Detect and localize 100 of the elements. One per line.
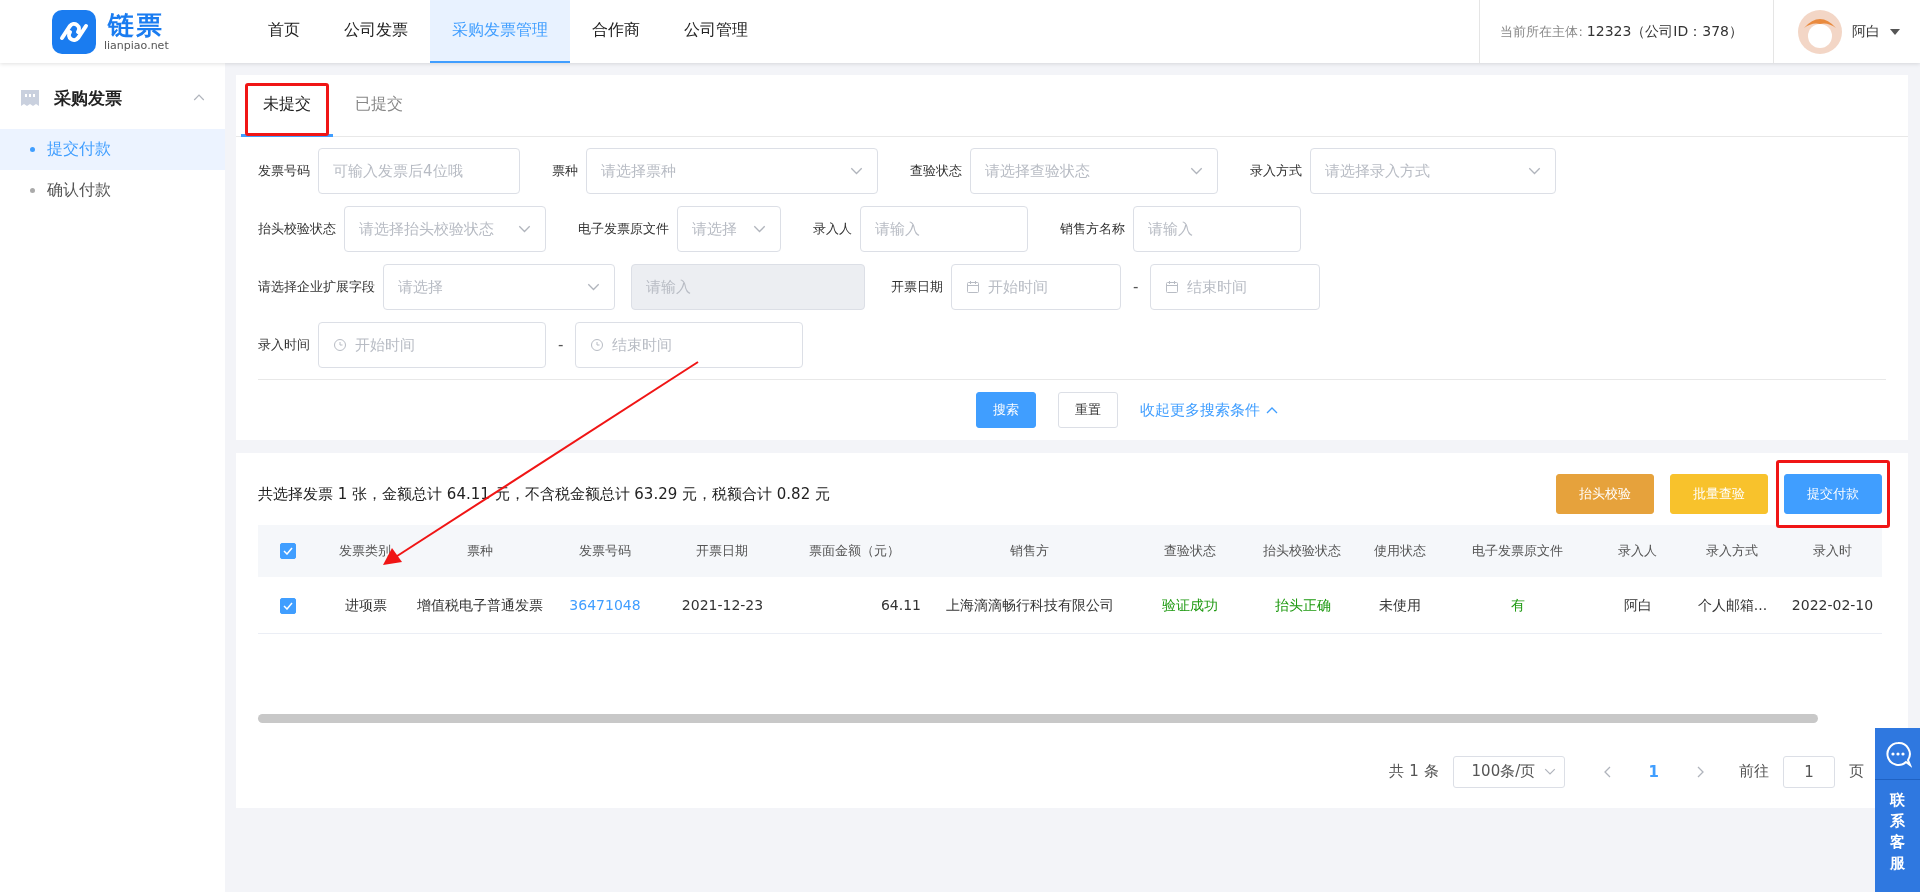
next-page-icon[interactable] [1697, 765, 1705, 778]
table-cell: 未使用 [1379, 596, 1421, 613]
check-icon [283, 602, 293, 611]
invoice-link[interactable]: 36471048 [569, 597, 641, 614]
column-header: 抬头校验状态 [1247, 525, 1357, 577]
table-cell: 64.11 [880, 597, 921, 614]
table-cell: 进项票 [344, 596, 387, 613]
filter-label: 票种 [552, 162, 578, 180]
date-field[interactable]: 结束时间 [1150, 264, 1321, 310]
logo-name: 链票 [108, 11, 165, 39]
caret-icon [1528, 167, 1541, 175]
select-field[interactable]: 请选择 [383, 264, 615, 310]
column-header: 录入人 [1592, 525, 1682, 577]
table-cell: 抬头正确 [1274, 596, 1331, 613]
entity-label: 当前所在主体: [1500, 22, 1583, 41]
check-icon [283, 547, 293, 555]
sidebar-group[interactable]: 采购发票 [0, 77, 225, 119]
collapse-link[interactable]: 收起更多搜索条件 [1140, 400, 1278, 420]
filter-label: 录入方式 [1250, 162, 1302, 180]
select-field[interactable]: 请选择抬头校验状态 [344, 206, 546, 252]
caret-icon [193, 94, 205, 102]
calendar-icon [966, 280, 980, 294]
filter-label: 开票日期 [891, 278, 943, 296]
table-cell: 有 [1510, 596, 1525, 613]
caret-icon[interactable] [1890, 28, 1900, 35]
nav-item[interactable]: 公司发票 [322, 0, 430, 63]
filter-label: 销售方名称 [1060, 220, 1125, 238]
filter-label: 电子发票原文件 [578, 220, 669, 238]
search-button[interactable]: 搜索 [976, 392, 1036, 428]
page-size-select[interactable]: 100条/页 [1452, 755, 1565, 788]
receipt-icon [20, 89, 40, 107]
select-field[interactable]: 请选择票种 [586, 148, 878, 194]
column-header: 查验状态 [1132, 525, 1247, 577]
filter-label: 抬头校验状态 [258, 220, 336, 238]
column-header: 录入时 [1782, 525, 1882, 577]
caret-icon [850, 167, 863, 175]
column-header: 票面金额（元） [782, 525, 927, 577]
input-field[interactable]: 请输入 [1133, 206, 1301, 252]
clock-icon [590, 338, 605, 352]
calendar-icon [1165, 280, 1180, 294]
goto-input[interactable]: 1 [1783, 755, 1835, 788]
input-field[interactable]: 请输入 [860, 206, 1028, 252]
chevron-up-icon [1266, 406, 1278, 414]
filter-label: 查验状态 [910, 162, 962, 180]
column-header: 发票号码 [547, 525, 662, 577]
entity-value: 12323（公司ID：378） [1586, 22, 1743, 41]
range-separator: - [558, 336, 564, 354]
reset-button[interactable]: 重置 [1058, 392, 1118, 428]
prev-page-icon[interactable] [1602, 765, 1611, 778]
caret-icon [518, 225, 531, 233]
table-cell: 个人邮箱... [1697, 596, 1768, 613]
action-button[interactable]: 抬头校验 [1556, 474, 1654, 514]
chat-icon [1883, 739, 1912, 768]
table-cell: 上海滴滴畅行科技有限公司 [946, 596, 1114, 613]
select-field[interactable]: 请选择录入方式 [1310, 148, 1556, 194]
nav-item[interactable]: 采购发票管理 [430, 0, 570, 63]
page-number[interactable]: 1 [1648, 762, 1659, 781]
contact-service-panel[interactable]: 联系客服 [1875, 728, 1920, 892]
select-field[interactable]: 请选择 [677, 206, 781, 252]
tab[interactable]: 未提交 [241, 75, 333, 137]
caret-icon [1543, 767, 1556, 776]
date-field[interactable]: 结束时间 [575, 322, 804, 368]
nav-item[interactable]: 公司管理 [662, 0, 770, 63]
tab[interactable]: 已提交 [333, 75, 425, 137]
select-field[interactable]: 请选择查验状态 [970, 148, 1218, 194]
range-separator: - [1133, 278, 1139, 296]
filter-label: 录入时间 [258, 336, 310, 354]
column-header: 票种 [412, 525, 547, 577]
total-count: 共 1 条 [1389, 762, 1439, 781]
date-field[interactable]: 开始时间 [318, 322, 546, 368]
row-checkbox[interactable] [280, 598, 296, 615]
goto-label: 前往 [1739, 762, 1769, 781]
caret-icon [753, 225, 766, 233]
filter-label: 录入人 [813, 220, 852, 238]
table-cell: 阿白 [1623, 596, 1652, 613]
logo-icon [50, 7, 98, 56]
action-button[interactable]: 批量查验 [1670, 474, 1768, 514]
table-cell: 2022-02-10 [1791, 597, 1874, 614]
logo-domain: lianpiao.net [104, 39, 169, 52]
date-field[interactable]: 开始时间 [951, 264, 1121, 310]
table-cell: 验证成功 [1162, 596, 1218, 613]
column-header: 销售方 [927, 525, 1132, 577]
page-suffix: 页 [1849, 762, 1864, 781]
avatar-icon[interactable] [1798, 9, 1842, 54]
sidebar-item[interactable]: 提交付款 [0, 129, 225, 170]
user-name[interactable]: 阿白 [1852, 22, 1880, 41]
input-field[interactable]: 可输入发票后4位哦 [318, 148, 520, 194]
column-header: 使用状态 [1357, 525, 1442, 577]
caret-icon [1190, 167, 1203, 175]
caret-icon [587, 283, 600, 291]
nav-item[interactable]: 合作商 [570, 0, 662, 63]
scrollbar-thumb[interactable] [258, 713, 1818, 723]
column-header: 录入方式 [1682, 525, 1782, 577]
column-header: 电子发票原文件 [1442, 525, 1592, 577]
select-all-checkbox[interactable] [280, 543, 296, 559]
nav-item[interactable]: 首页 [246, 0, 322, 63]
table-cell: 增值税电子普通发票 [417, 596, 543, 613]
action-button[interactable]: 提交付款 [1784, 474, 1882, 514]
clock-icon [333, 338, 347, 352]
sidebar-item[interactable]: 确认付款 [0, 170, 225, 211]
